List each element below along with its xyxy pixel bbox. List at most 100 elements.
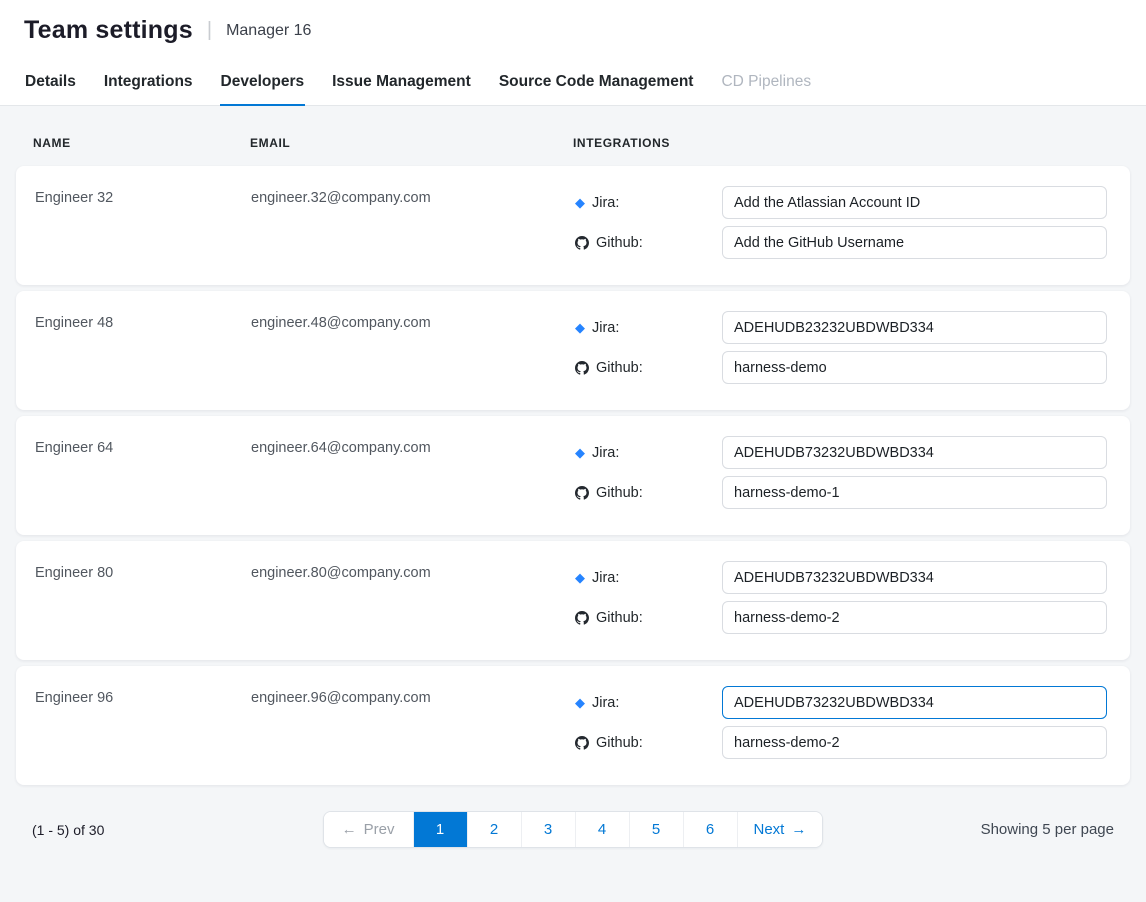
jira-integration-line: ◆ Jira: (573, 186, 1111, 219)
table-row: Engineer 64 engineer.64@company.com ◆ Ji… (16, 416, 1130, 535)
arrow-left-icon: ← (342, 822, 357, 837)
developer-email: engineer.48@company.com (251, 315, 573, 410)
page-button-4[interactable]: 4 (575, 812, 629, 847)
jira-account-id-input[interactable] (722, 436, 1107, 469)
github-label: Github: (596, 735, 643, 751)
github-label: Github: (596, 235, 643, 251)
table-row: Engineer 32 engineer.32@company.com ◆ Ji… (16, 166, 1130, 285)
jira-account-id-input[interactable] (722, 311, 1107, 344)
tab-cd-pipelines: CD Pipelines (720, 59, 812, 106)
integrations-cell: ◆ Jira: Github: (573, 311, 1111, 410)
github-labelblock: Github: (573, 360, 722, 376)
jira-icon: ◆ (575, 196, 585, 209)
title-divider: | (207, 19, 212, 42)
column-header-email: EMAIL (250, 136, 573, 150)
jira-integration-line: ◆ Jira: (573, 561, 1111, 594)
table-header-row: NAME EMAIL INTEGRATIONS (16, 106, 1130, 166)
tab-bar: Details Integrations Developers Issue Ma… (0, 59, 1146, 106)
jira-label: Jira: (592, 445, 619, 461)
github-icon (575, 236, 589, 250)
next-label: Next (754, 821, 785, 838)
developer-name: Engineer 64 (35, 440, 251, 535)
github-integration-line: Github: (573, 476, 1111, 509)
developer-email: engineer.96@company.com (251, 690, 573, 785)
jira-labelblock: ◆ Jira: (573, 195, 722, 211)
developer-name: Engineer 32 (35, 190, 251, 285)
jira-labelblock: ◆ Jira: (573, 570, 722, 586)
per-page-text: Showing 5 per page (823, 821, 1114, 838)
github-label: Github: (596, 485, 643, 501)
github-username-input[interactable] (722, 351, 1107, 384)
table-row: Engineer 96 engineer.96@company.com ◆ Ji… (16, 666, 1130, 785)
github-integration-line: Github: (573, 601, 1111, 634)
github-icon (575, 361, 589, 375)
github-username-input[interactable] (722, 226, 1107, 259)
developer-name: Engineer 96 (35, 690, 251, 785)
jira-label: Jira: (592, 320, 619, 336)
page-button-5[interactable]: 5 (629, 812, 683, 847)
jira-account-id-input[interactable] (722, 186, 1107, 219)
jira-icon: ◆ (575, 696, 585, 709)
jira-integration-line: ◆ Jira: (573, 436, 1111, 469)
github-label: Github: (596, 610, 643, 626)
integrations-cell: ◆ Jira: Github: (573, 561, 1111, 660)
page-button-1[interactable]: 1 (413, 812, 467, 847)
jira-labelblock: ◆ Jira: (573, 445, 722, 461)
jira-labelblock: ◆ Jira: (573, 320, 722, 336)
github-icon (575, 736, 589, 750)
github-username-input[interactable] (722, 726, 1107, 759)
jira-labelblock: ◆ Jira: (573, 695, 722, 711)
page-button-2[interactable]: 2 (467, 812, 521, 847)
jira-icon: ◆ (575, 446, 585, 459)
jira-account-id-input[interactable] (722, 686, 1107, 719)
jira-label: Jira: (592, 695, 619, 711)
tab-developers[interactable]: Developers (220, 59, 306, 106)
column-header-integrations: INTEGRATIONS (573, 136, 1113, 150)
github-username-input[interactable] (722, 601, 1107, 634)
developer-email: engineer.64@company.com (251, 440, 573, 535)
developer-name: Engineer 48 (35, 315, 251, 410)
tab-details[interactable]: Details (24, 59, 77, 106)
jira-account-id-input[interactable] (722, 561, 1107, 594)
pagination-control: ← Prev 1 2 3 4 5 6 Next → (323, 811, 824, 848)
github-labelblock: Github: (573, 735, 722, 751)
integrations-cell: ◆ Jira: Github: (573, 186, 1111, 285)
jira-icon: ◆ (575, 321, 585, 334)
pagination-footer: (1 - 5) of 30 ← Prev 1 2 3 4 5 6 Next → Sh… (16, 811, 1130, 848)
tab-integrations[interactable]: Integrations (103, 59, 194, 106)
result-range-text: (1 - 5) of 30 (32, 822, 323, 838)
team-name: Manager 16 (226, 22, 311, 40)
next-page-button[interactable]: Next → (737, 812, 823, 847)
github-labelblock: Github: (573, 235, 722, 251)
arrow-right-icon: → (791, 822, 806, 837)
jira-icon: ◆ (575, 571, 585, 584)
tab-issue-management[interactable]: Issue Management (331, 59, 472, 106)
page-button-6[interactable]: 6 (683, 812, 737, 847)
developers-table: NAME EMAIL INTEGRATIONS Engineer 32 engi… (0, 106, 1146, 848)
prev-page-button: ← Prev (324, 812, 413, 847)
table-row: Engineer 48 engineer.48@company.com ◆ Ji… (16, 291, 1130, 410)
table-row: Engineer 80 engineer.80@company.com ◆ Ji… (16, 541, 1130, 660)
github-username-input[interactable] (722, 476, 1107, 509)
jira-integration-line: ◆ Jira: (573, 311, 1111, 344)
github-integration-line: Github: (573, 726, 1111, 759)
prev-label: Prev (364, 821, 395, 838)
page-header: Team settings | Manager 16 (0, 0, 1146, 59)
page-button-3[interactable]: 3 (521, 812, 575, 847)
tab-source-code-management[interactable]: Source Code Management (498, 59, 695, 106)
jira-label: Jira: (592, 570, 619, 586)
github-integration-line: Github: (573, 226, 1111, 259)
developer-email: engineer.80@company.com (251, 565, 573, 660)
developer-email: engineer.32@company.com (251, 190, 573, 285)
page-title: Team settings (24, 16, 193, 45)
jira-label: Jira: (592, 195, 619, 211)
github-icon (575, 611, 589, 625)
jira-integration-line: ◆ Jira: (573, 686, 1111, 719)
github-icon (575, 486, 589, 500)
integrations-cell: ◆ Jira: Github: (573, 436, 1111, 535)
github-labelblock: Github: (573, 610, 722, 626)
github-integration-line: Github: (573, 351, 1111, 384)
github-label: Github: (596, 360, 643, 376)
column-header-name: NAME (33, 136, 250, 150)
developer-name: Engineer 80 (35, 565, 251, 660)
